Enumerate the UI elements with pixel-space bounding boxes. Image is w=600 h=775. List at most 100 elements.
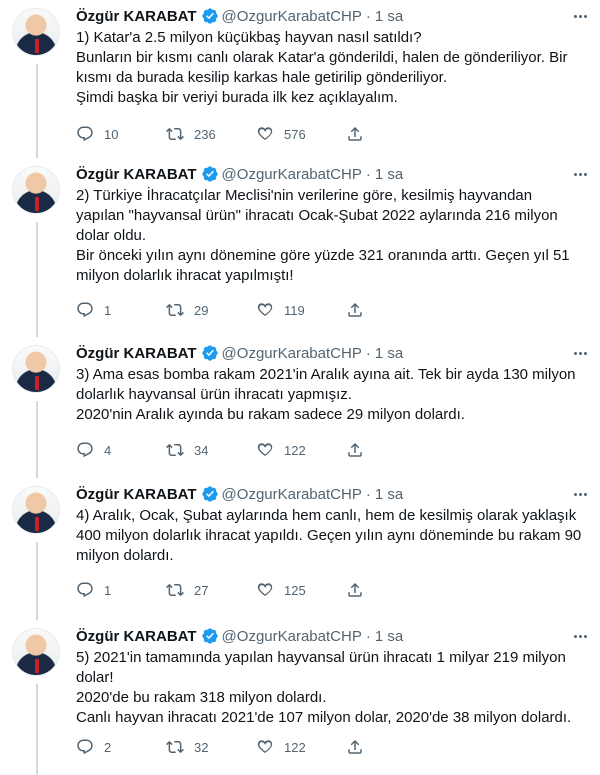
share-button[interactable] <box>346 441 436 459</box>
tweet-text-line: dolar! <box>76 669 114 686</box>
reply-icon <box>77 126 93 142</box>
like-button[interactable]: 122 <box>256 441 346 459</box>
reply-button[interactable]: 4 <box>76 441 166 459</box>
thread-connector-line <box>36 64 38 158</box>
author-name[interactable]: Özgür KARABAT <box>76 486 197 503</box>
thread-connector-line <box>36 222 38 337</box>
reply-count: 2 <box>104 739 112 755</box>
tweet-actions: 2 32 122 <box>76 737 496 757</box>
tweet-actions: 4 34 122 <box>76 440 496 460</box>
reply-button[interactable]: 1 <box>76 301 166 319</box>
retweet-button[interactable]: 29 <box>166 301 256 319</box>
verified-badge-icon <box>201 628 218 644</box>
share-button[interactable] <box>346 581 436 599</box>
avatar[interactable] <box>12 345 60 393</box>
reply-button[interactable]: 10 <box>76 125 166 143</box>
timestamp[interactable]: 1 sa <box>375 345 403 362</box>
retweet-button[interactable]: 236 <box>166 125 256 143</box>
author-name[interactable]: Özgür KARABAT <box>76 8 197 25</box>
avatar[interactable] <box>12 628 60 676</box>
tweet-text-line: 400 milyon dolarlık ihracat yapıldı. Geç… <box>76 527 582 544</box>
author-name[interactable]: Özgür KARABAT <box>76 345 197 362</box>
avatar[interactable] <box>12 8 60 56</box>
share-button[interactable] <box>346 301 436 319</box>
reply-icon <box>77 739 93 755</box>
tweet-text-line: yapılan "hayvansal ürün" ihracatı Ocak-Ş… <box>76 207 558 224</box>
tweet-actions: 10 236 576 <box>76 124 496 144</box>
author-handle[interactable]: @OzgurKarabatCHP <box>222 166 362 183</box>
like-button[interactable]: 119 <box>256 301 346 319</box>
retweet-icon <box>166 740 184 754</box>
share-icon <box>348 442 362 457</box>
share-button[interactable] <box>346 125 436 143</box>
like-button[interactable]: 122 <box>256 738 346 756</box>
timestamp[interactable]: 1 sa <box>375 166 403 183</box>
more-options-icon[interactable] <box>568 8 592 24</box>
tweet-text: 4) Aralık, Ocak, Şubat aylarında hem can… <box>76 506 588 566</box>
author-name[interactable]: Özgür KARABAT <box>76 166 197 183</box>
more-options-icon[interactable] <box>568 345 592 361</box>
tweet-text-line: 4) Aralık, Ocak, Şubat aylarında hem can… <box>76 507 577 524</box>
tweet-header: Özgür KARABAT @OzgurKarabatCHP · 1 sa <box>76 6 560 26</box>
separator-dot: · <box>365 627 371 645</box>
author-handle[interactable]: @OzgurKarabatCHP <box>222 345 362 362</box>
author-name[interactable]: Özgür KARABAT <box>76 628 197 645</box>
retweet-button[interactable]: 27 <box>166 581 256 599</box>
thread-connector-line <box>36 684 38 775</box>
separator-dot: · <box>365 344 371 362</box>
reply-button[interactable]: 1 <box>76 581 166 599</box>
thread-connector-line <box>36 542 38 620</box>
tweet-actions: 1 27 125 <box>76 580 496 600</box>
reply-count: 1 <box>104 302 112 318</box>
share-icon <box>348 739 362 754</box>
more-options-icon[interactable] <box>568 628 592 644</box>
reply-button[interactable]: 2 <box>76 738 166 756</box>
reply-icon <box>77 582 93 598</box>
author-handle[interactable]: @OzgurKarabatCHP <box>222 486 362 503</box>
like-count: 125 <box>284 582 306 598</box>
reply-count: 10 <box>104 126 119 142</box>
author-handle[interactable]: @OzgurKarabatCHP <box>222 8 362 25</box>
tweet-text-line: dolarlık hayvansal ürün ihracatı yapmışı… <box>76 386 352 403</box>
tweet-text: 1) Katar'a 2.5 milyon küçükbaş hayvan na… <box>76 28 588 108</box>
retweet-count: 32 <box>194 739 209 755</box>
timestamp[interactable]: 1 sa <box>375 486 403 503</box>
retweet-count: 34 <box>194 442 209 458</box>
tweet-text-line: milyon dolarlık ihracat yapılmıştı! <box>76 267 294 284</box>
tweet-header: Özgür KARABAT @OzgurKarabatCHP · 1 sa <box>76 164 560 184</box>
retweet-button[interactable]: 34 <box>166 441 256 459</box>
like-button[interactable]: 125 <box>256 581 346 599</box>
like-count: 119 <box>284 302 305 318</box>
tweet-text: 3) Ama esas bomba rakam 2021'in Aralık a… <box>76 365 588 425</box>
retweet-button[interactable]: 32 <box>166 738 256 756</box>
tweet-text-line: 2) Türkiye İhracatçılar Meclisi'nin veri… <box>76 187 533 204</box>
share-icon <box>348 582 362 597</box>
timestamp[interactable]: 1 sa <box>375 8 403 25</box>
tweet-text-line: 1) Katar'a 2.5 milyon küçükbaş hayvan na… <box>76 29 422 46</box>
tweet-actions: 1 29 119 <box>76 300 496 320</box>
timestamp[interactable]: 1 sa <box>375 628 403 645</box>
verified-badge-icon <box>201 8 218 24</box>
more-options-icon[interactable] <box>568 486 592 502</box>
tweet-header: Özgür KARABAT @OzgurKarabatCHP · 1 sa <box>76 343 560 363</box>
reply-count: 1 <box>104 582 112 598</box>
tweet-text-line: Bunların bir kısmı canlı olarak Katar'a … <box>76 49 568 66</box>
tweet-text: 5) 2021'in tamamında yapılan hayvansal ü… <box>76 648 588 728</box>
tweet-header: Özgür KARABAT @OzgurKarabatCHP · 1 sa <box>76 626 560 646</box>
avatar[interactable] <box>12 166 60 214</box>
retweet-icon <box>166 443 184 457</box>
share-button[interactable] <box>346 738 436 756</box>
heart-icon <box>257 303 273 317</box>
like-count: 122 <box>284 739 306 755</box>
retweet-count: 27 <box>194 582 209 598</box>
retweet-icon <box>166 583 184 597</box>
tweet-text-line: milyon dolardı. <box>76 547 174 564</box>
more-options-icon[interactable] <box>568 166 592 182</box>
author-handle[interactable]: @OzgurKarabatCHP <box>222 628 362 645</box>
share-icon <box>348 126 362 141</box>
like-button[interactable]: 576 <box>256 125 346 143</box>
tweet-text-line: 2020'nin Aralık ayında bu rakam sadece 2… <box>76 406 465 423</box>
retweet-count: 29 <box>194 302 209 318</box>
avatar[interactable] <box>12 486 60 534</box>
tweet-text-line: Şimdi başka bir veriyi burada ilk kez aç… <box>76 89 398 106</box>
